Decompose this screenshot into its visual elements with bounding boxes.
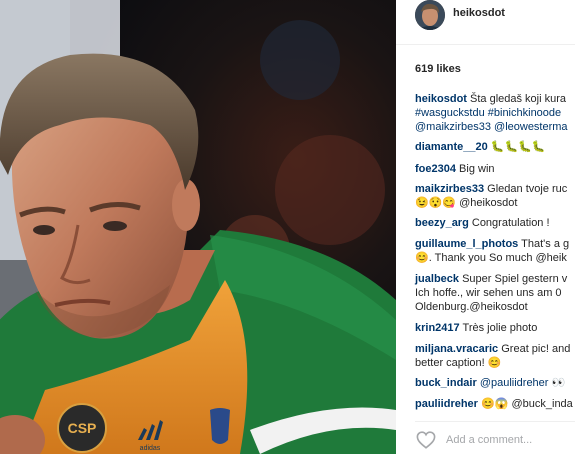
comment-text[interactable]: #wasguckstdu #binichkinoode: [415, 106, 575, 120]
comment-username[interactable]: buck_indair: [415, 377, 477, 389]
likes-count[interactable]: 619 likes: [415, 63, 461, 75]
comment-username[interactable]: maikzirbes33: [415, 183, 484, 195]
comment-text: Šta gledaš koji kura: [470, 93, 567, 105]
comment-username[interactable]: miljana.vracaric: [415, 343, 498, 355]
comment-text: better caption! 😊: [415, 357, 502, 369]
comment-item: krin2417 Très jolie photo: [415, 321, 575, 335]
comment-text: 😊😱 @buck_inda: [481, 398, 573, 410]
comment-text: 🐛🐛🐛🐛: [490, 141, 546, 153]
jersey-brand: adidas: [140, 445, 161, 452]
add-comment-input[interactable]: Add a comment...: [446, 434, 532, 446]
comment-item: pauliidreher 😊😱 @buck_inda: [415, 397, 575, 411]
comment-text: Big win: [459, 163, 495, 175]
jersey-badge-text: CSP: [68, 420, 97, 436]
comment-text: 😊. Thank you So much @heik: [415, 252, 567, 264]
comment-text: Gledan tvoje ruc: [487, 183, 568, 195]
post-header: heikosdot: [396, 0, 575, 45]
comment-username[interactable]: beezy_arg: [415, 217, 469, 229]
comment-text: Great pic! and: [501, 343, 571, 355]
post-details-panel: heikosdot 619 likes heikosdot Šta gledaš…: [396, 0, 575, 454]
comment-item: guillaume_l_photos That's a g 😊. Thank y…: [415, 237, 575, 265]
comment-item: jualbeck Super Spiel gestern v Ich hoffe…: [415, 272, 575, 314]
comment-text: That's a g: [521, 238, 570, 250]
comment-text: Très jolie photo: [462, 322, 538, 334]
comment-item: maikzirbes33 Gledan tvoje ruc 😉😯😋 @heiko…: [415, 182, 575, 210]
comment-username[interactable]: foe2304: [415, 163, 456, 175]
post-photo[interactable]: CSP adidas: [0, 0, 396, 454]
comment-item: diamante__20 🐛🐛🐛🐛: [415, 140, 575, 154]
comment-text: Oldenburg.@heikosdot: [415, 301, 528, 313]
comment-item: miljana.vracaric Great pic! and better c…: [415, 342, 575, 370]
comment-username[interactable]: guillaume_l_photos: [415, 238, 518, 250]
comment-item: heikosdot Šta gledaš koji kura #wasgucks…: [415, 92, 575, 134]
comment-text: Ich hoffe., wir sehen uns am 0: [415, 287, 562, 299]
post-photo-image: CSP adidas: [0, 0, 396, 454]
comment-item: foe2304 Big win: [415, 162, 575, 176]
comment-username[interactable]: jualbeck: [415, 273, 459, 285]
comment-username[interactable]: diamante__20: [415, 141, 488, 153]
comment-username[interactable]: krin2417: [415, 322, 460, 334]
heart-icon[interactable]: [416, 431, 436, 449]
comment-text: Super Spiel gestern v: [462, 273, 568, 285]
comment-username[interactable]: pauliidreher: [415, 398, 478, 410]
header-username[interactable]: heikosdot: [453, 7, 505, 19]
comment-text[interactable]: @maikzirbes33 @leowesterma: [415, 120, 575, 134]
comment-text: 😉😯😋 @heikosdot: [415, 197, 518, 209]
comment-divider: [415, 421, 575, 422]
comment-username[interactable]: heikosdot: [415, 93, 467, 105]
comment-text[interactable]: @pauliidreher 👀: [480, 377, 565, 389]
comment-text: Congratulation !: [471, 217, 550, 229]
comment-item: beezy_arg Congratulation !: [415, 216, 575, 230]
comment-item: buck_indair @pauliidreher 👀: [415, 376, 575, 390]
avatar[interactable]: [415, 0, 445, 30]
